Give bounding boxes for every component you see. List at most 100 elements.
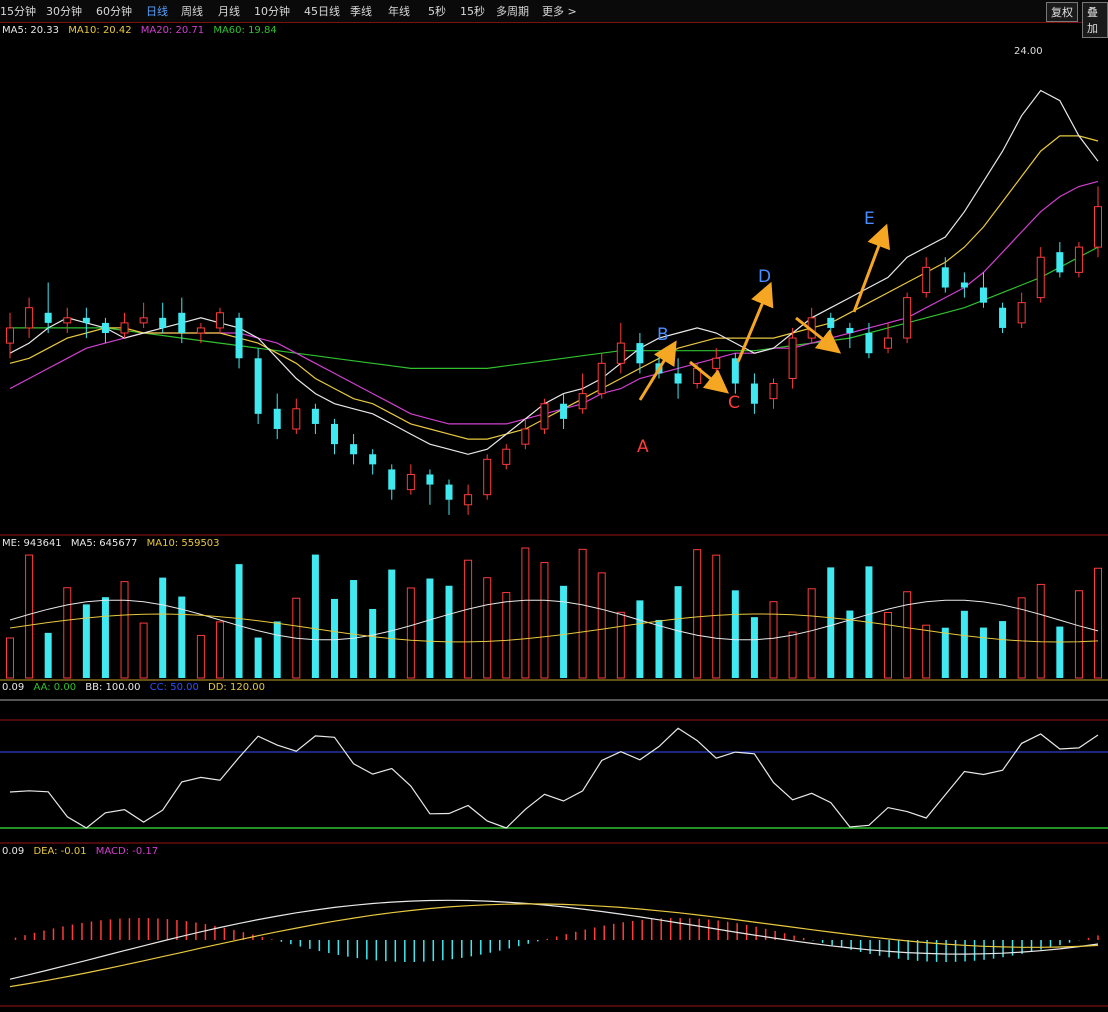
candle-up — [6, 327, 14, 344]
candle-down — [731, 358, 739, 384]
candle-down — [846, 327, 854, 333]
candle-up — [578, 393, 587, 410]
candle-up — [1074, 246, 1083, 273]
candle-down — [388, 469, 396, 490]
candle-up — [406, 473, 415, 491]
volume-bar — [388, 569, 396, 678]
peak-price-label: 24.00 — [1014, 46, 1043, 57]
candle-down — [44, 312, 52, 323]
stock-chart[interactable]: 24.00 A B C D E — [0, 0, 1108, 1012]
candle-up — [712, 357, 721, 369]
candle-down — [979, 287, 987, 303]
volume-bar — [215, 621, 224, 679]
volume-bar — [693, 549, 702, 679]
candle-up — [25, 307, 34, 329]
volume-bar — [311, 554, 319, 678]
candle-up — [1017, 302, 1026, 324]
volume-bar — [731, 590, 739, 678]
ma5-line — [9, 89, 1099, 455]
volume-bar — [44, 632, 52, 678]
ind-bb-legend: BB: 100.00 — [85, 682, 141, 693]
candle-up — [215, 312, 224, 329]
volume-bar — [1074, 590, 1083, 679]
candle-down — [827, 317, 835, 328]
trend-arrow — [852, 223, 890, 313]
candle-up — [903, 297, 912, 339]
ind-value-legend: 0.09 — [2, 682, 25, 693]
volume-bar — [578, 548, 587, 679]
volume-bar — [483, 577, 492, 679]
volume-bar — [254, 637, 262, 678]
volume-bar — [769, 601, 778, 679]
volume-bar — [464, 559, 473, 679]
volume-bar — [655, 619, 663, 678]
candle-up — [597, 362, 606, 395]
point-label-e: E — [864, 209, 875, 229]
volume-bar — [1036, 583, 1045, 679]
volume-bar — [406, 587, 415, 679]
volume-bar — [101, 597, 109, 678]
candle-up — [483, 458, 492, 496]
macd-value-legend: 0.09 — [2, 846, 25, 857]
volume-bar — [502, 592, 511, 679]
volume-bar — [560, 585, 568, 678]
candle-down — [82, 317, 90, 323]
candle-down — [101, 322, 109, 333]
volume-bar — [445, 585, 453, 678]
volume-bar — [960, 610, 968, 678]
volume-bar — [25, 554, 34, 679]
ma10-line — [9, 135, 1099, 440]
volume-bar — [82, 604, 90, 678]
volume-legend: ME: 943641 MA5: 645677 MA10: 559503 — [2, 538, 226, 549]
ma20-legend: MA20: 20.71 — [140, 25, 205, 36]
trend-arrow — [638, 340, 677, 401]
candle-up — [120, 322, 129, 334]
price-legend: MA5: 20.33 MA10: 20.42 MA20: 20.71 MA60:… — [2, 25, 283, 36]
candle-down — [560, 403, 568, 419]
volume-bar — [540, 562, 549, 679]
candle-down — [273, 408, 281, 429]
volume-bar — [235, 564, 243, 678]
ma20-line — [9, 180, 1099, 425]
volume-bar — [139, 622, 148, 679]
dea-line — [9, 903, 1099, 988]
candle-down — [178, 312, 186, 333]
volume-bar — [159, 577, 167, 678]
volume-bar — [273, 621, 281, 678]
volume-ma5-line — [9, 599, 1099, 641]
candle-down — [311, 408, 319, 424]
indicator-legend: 0.09 AA: 0.00 BB: 100.00 CC: 50.00 DD: 1… — [2, 682, 271, 693]
volume-bar — [330, 598, 338, 678]
macd-legend: 0.09 DEA: -0.01 MACD: -0.17 — [2, 846, 164, 857]
candle-up — [464, 494, 473, 506]
candle-down — [941, 267, 949, 288]
vol-ma10-legend: MA10: 559503 — [146, 538, 220, 549]
candle-up — [292, 408, 301, 430]
candle-down — [636, 343, 644, 364]
point-label-c: C — [728, 393, 740, 413]
volume-bar — [788, 631, 797, 679]
candle-up — [769, 383, 778, 400]
ind-cc-legend: CC: 50.00 — [149, 682, 199, 693]
ma60-legend: MA60: 19.84 — [213, 25, 277, 36]
point-label-b: B — [657, 325, 669, 345]
candle-down — [159, 317, 167, 328]
volume-bar — [999, 621, 1007, 678]
ma5-legend: MA5: 20.33 — [2, 25, 60, 36]
volume-bar — [426, 578, 434, 678]
volume-bar — [369, 608, 377, 678]
candle-down — [960, 282, 968, 288]
volume-bar — [750, 617, 758, 678]
volume-bar — [350, 580, 358, 678]
candle-down — [445, 484, 453, 500]
candle-down — [369, 454, 377, 465]
candle-down — [330, 423, 338, 445]
ma10-legend: MA10: 20.42 — [68, 25, 132, 36]
ind-dd-legend: DD: 120.00 — [208, 682, 265, 693]
vol-ma5-legend: MA5: 645677 — [70, 538, 138, 549]
candle-down — [750, 383, 758, 404]
volume-bar — [636, 600, 644, 678]
candle-down — [350, 444, 358, 455]
candle-up — [139, 317, 148, 324]
volume-bar — [807, 588, 816, 679]
